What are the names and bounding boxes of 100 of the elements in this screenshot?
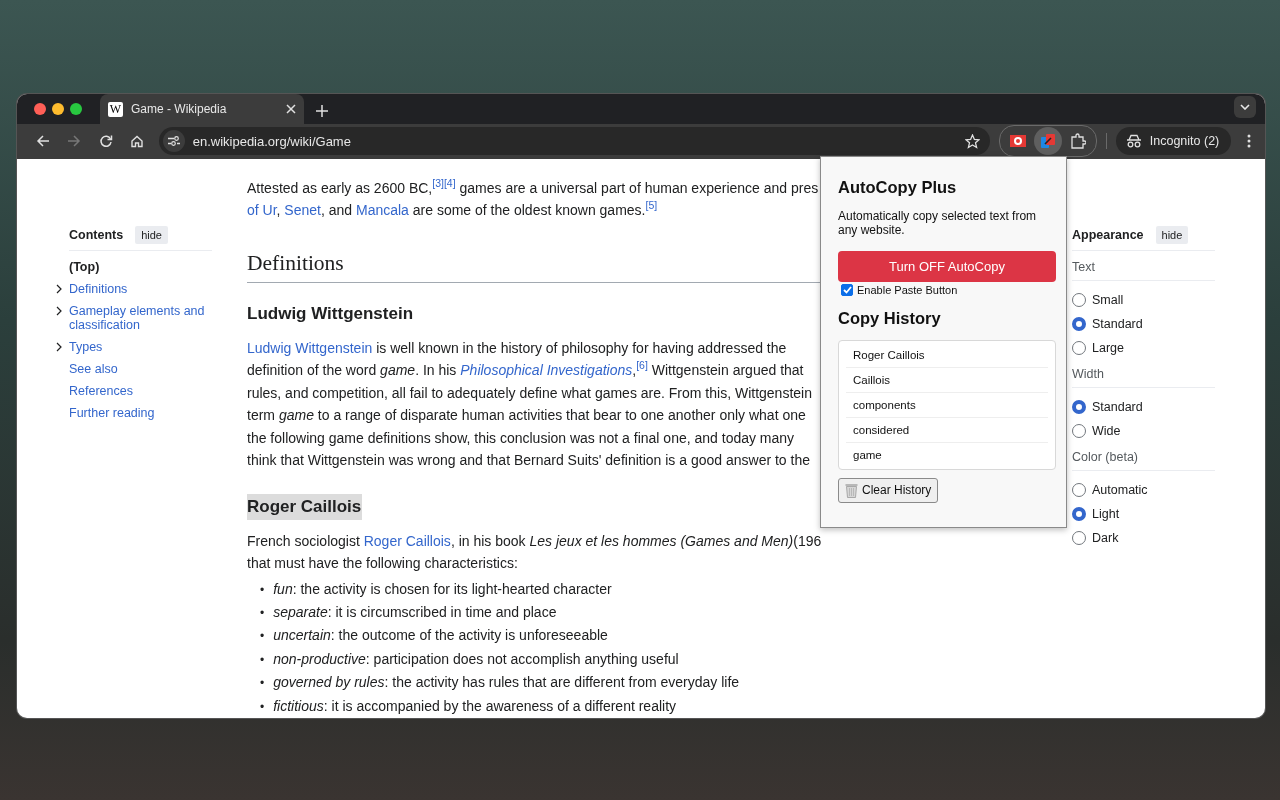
paragraph-line: term game to a range of disparate human activities that bear to one another only what one [247,406,806,426]
history-heading: Copy History [838,308,941,328]
option-label[interactable]: Standard [1092,399,1143,414]
clear-history-button[interactable]: Clear History [838,477,939,503]
bullet: • [260,675,265,693]
site-settings-button[interactable] [162,130,185,153]
favicon: W [108,101,123,117]
history-item[interactable]: components [846,392,1048,418]
option-label[interactable]: Dark [1092,530,1119,545]
history-item[interactable]: considered [846,417,1048,443]
citation-link[interactable]: [6] [636,359,648,372]
bullet: • [260,581,265,599]
paragraph-line: definition of the word game. In his Philosophical Investigations,$^{[6]}$ Wittgenstein argued that [247,359,804,381]
plus-icon[interactable] [316,105,328,117]
bullet: • [260,651,265,669]
contents-heading: Contents [69,227,124,242]
bullet: • [260,605,265,623]
toggle-button[interactable]: Turn OFF AutoCopy [838,250,1056,282]
url-text: en.wikipedia.org/wiki/Game [192,133,352,149]
toc-link[interactable]: Gameplay elements and classification [69,303,212,332]
right-arrow-icon [67,134,82,149]
citation-link[interactable]: [3][4] [432,177,456,189]
option-label[interactable]: Automatic [1092,482,1148,497]
window-control-dot[interactable] [34,103,46,115]
chevron-right-icon[interactable] [56,305,62,316]
menu-icon [1247,134,1252,149]
link[interactable]: Ludwig Wittgenstein [247,339,373,356]
paragraph-line: that must have the following characteristics: [247,554,518,574]
link[interactable]: of Ur [247,202,277,219]
radio-button[interactable] [1072,340,1086,355]
history-item[interactable]: Caillois [846,367,1048,393]
list-item: non-productive: participation does not accomplish anything useful [273,649,679,669]
list-item: fictitious: it is accompanied by the awareness of a different reality [273,696,677,716]
link[interactable]: Roger Caillois [363,532,451,549]
list-item: separate: it is circumscribed in time and place [273,603,557,623]
window-control-dot[interactable] [52,103,64,115]
radio-button[interactable] [1072,506,1086,521]
option-label[interactable]: Small [1092,292,1124,307]
trash-icon [845,482,858,498]
hide-button[interactable]: hide [135,225,168,244]
toc-link[interactable]: References [69,383,212,398]
radio-button[interactable] [1072,292,1086,307]
paragraph-line: French sociologist Roger Caillois, in his book Les jeux et les hommes (Games and Men)(196 [247,531,822,551]
option-label[interactable]: Light [1092,506,1120,521]
copy-link-icon [1039,133,1056,150]
chevron-right-icon[interactable] [56,283,62,294]
link[interactable]: Mancala [356,202,409,219]
link[interactable]: Senet [284,202,321,219]
radio-button[interactable] [1072,482,1086,497]
history-item[interactable]: Roger Caillois [846,342,1048,368]
paragraph-line: Attested as early as 2600 BC,$^{[3][4]}$ games are a universal part of human experience and pres [247,176,819,198]
tab-search-button[interactable] [1234,96,1256,118]
radio-button[interactable] [1072,399,1086,414]
checkbox-label[interactable]: Enable Paste Button [857,283,958,296]
camera-icon [1009,133,1026,150]
left-arrow-icon [35,134,50,149]
incognito-icon [1125,134,1142,149]
group-label: Text [1072,259,1215,281]
window-control-dot[interactable] [70,103,82,115]
popup-title: AutoCopy Plus [838,177,957,197]
hide-button[interactable]: hide [1155,225,1189,244]
toc-link[interactable]: Further reading [69,405,212,420]
star-icon[interactable] [964,133,980,149]
puzzle-icon [1069,133,1086,150]
chevron-down-icon [1240,104,1250,110]
address-bar[interactable]: en.wikipedia.org/wiki/Game [158,127,990,156]
option-label[interactable]: Wide [1092,423,1121,438]
radio-button[interactable] [1072,530,1086,545]
radio-button[interactable] [1072,423,1086,438]
option-label[interactable]: Large [1092,340,1124,355]
tab-title: Game - Wikipedia [131,102,228,116]
popup-description: Automatically copy selected text from any website. [838,208,1038,237]
browser-tab[interactable]: W Game - Wikipedia [100,94,304,124]
list-item: fun: the activity is chosen for its light-hearted character [273,579,612,599]
close-icon[interactable] [286,104,296,114]
subsection-heading: Roger Caillois [247,493,363,520]
group-label: Width [1072,366,1215,388]
paragraph-line: the following game definitions show, this conclusion was not a final one, and today many [247,428,795,448]
sliders-icon [167,136,180,147]
toc-link[interactable]: (Top) [69,259,212,274]
chevron-right-icon[interactable] [56,341,62,352]
history-item[interactable]: game [846,442,1048,467]
paragraph-line: rules, and competition, all fail to adequately define what games are. From this, Wittgenstein [247,383,812,403]
list-item: governed by rules: the activity has rules that are different from everyday life [273,673,740,693]
paragraph-line: Ludwig Wittgenstein is well known in the history of philosophy for having addressed the [247,338,787,358]
bullet: • [260,628,265,646]
citation-link[interactable]: [5] [645,199,658,212]
paragraph-line: think that Wittgenstein was wrong and that Bernard Suits' definition is a good answer to the [247,451,810,471]
checkbox[interactable] [841,283,853,296]
toc-link[interactable]: See also [69,361,212,376]
list-item: uncertain: the outcome of the activity is unforeseeable [273,626,608,646]
bullet: • [260,698,265,716]
paragraph-line: of Ur, Senet, and Mancala are some of the oldest known games.$^{[5]}$ [247,199,658,221]
option-label[interactable]: Standard [1092,316,1143,331]
toc-link[interactable]: Definitions [69,281,212,296]
appearance-heading: Appearance [1072,227,1144,242]
incognito-button[interactable]: Incognito (2) [1115,127,1232,156]
toc-link[interactable]: Types [69,339,212,354]
subsection-heading: Ludwig Wittgenstein [247,302,415,325]
radio-button[interactable] [1072,316,1086,331]
